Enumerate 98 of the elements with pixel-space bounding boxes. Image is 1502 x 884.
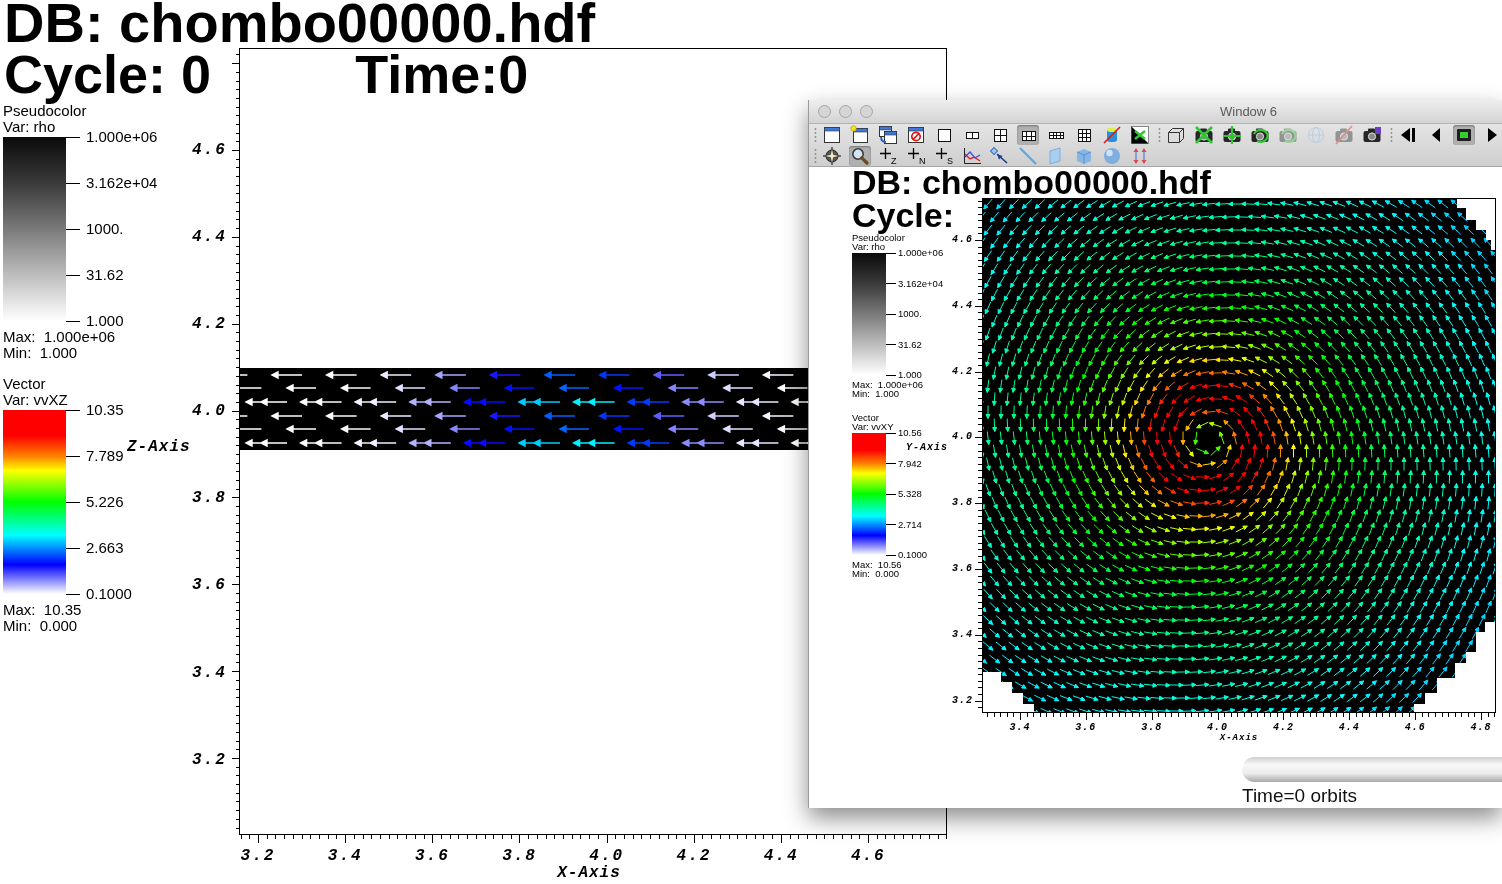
legend-label: 1.000e+06 <box>886 248 944 258</box>
legend-max-text: Max: 1.000e+06 <box>3 329 116 345</box>
tick-label: 4.8 <box>1469 722 1493 733</box>
tick-label: 3.8 <box>952 497 973 510</box>
camera-tag-icon[interactable] <box>1361 124 1383 145</box>
tick-label: 3.8 <box>1140 722 1164 733</box>
database-title: DB: chombo00000.hdf <box>852 167 1211 198</box>
pick-button[interactable]: Z <box>877 145 899 166</box>
line-chart-icon[interactable] <box>961 145 983 166</box>
tick-label: 4.2 <box>952 365 973 378</box>
tick-label: 3.6 <box>952 563 973 575</box>
window-prohibit-icon[interactable] <box>905 124 927 145</box>
compass-icon[interactable] <box>821 145 843 166</box>
legend-label: 1.000e+06 <box>66 129 158 145</box>
tick-label: 4.6 <box>192 140 227 160</box>
tick-label: 3.4 <box>952 628 973 641</box>
legend-min-text: Min: 1.000 <box>852 389 899 398</box>
legend-label: 2.714 <box>886 519 922 530</box>
axis-title: Y-Axis <box>906 442 948 453</box>
database-title: DB: chombo00000.hdf <box>4 0 596 46</box>
tick-label: 4.0 <box>952 431 973 444</box>
legend-label: 0.1000 <box>66 586 132 602</box>
legend-label: 2.663 <box>66 540 124 556</box>
tick-label: 4.6 <box>952 234 973 246</box>
tick-label: 3.6 <box>1074 722 1098 733</box>
tick-label: 4.0 <box>588 847 626 865</box>
time-title: Time:0 <box>355 46 529 102</box>
tick-label: 4.4 <box>192 227 227 248</box>
axis-title: X-Axis <box>557 865 621 881</box>
tick-label: 3.8 <box>192 488 227 509</box>
crossed-cylinder-icon[interactable] <box>1101 124 1123 145</box>
tick-label: 3.6 <box>413 847 451 865</box>
crosshair-icon <box>880 147 891 159</box>
tick-label: 3.4 <box>192 662 227 683</box>
time-label: Time=0 orbits <box>1242 785 1357 806</box>
legend-max-text: Max: 10.56 <box>852 560 902 569</box>
legend-label: 3.162e+04 <box>886 278 944 289</box>
tick-label: 4.2 <box>1271 722 1295 733</box>
legend-max-text: Max: 10.35 <box>3 602 82 618</box>
tick-label: 3.8 <box>501 847 538 865</box>
tick-label: 3.2 <box>239 847 277 865</box>
tick-label: 4.0 <box>1206 722 1230 733</box>
legend-label: 1.000 <box>886 370 922 380</box>
legend-max-text: Max: 1.000e+06 <box>852 380 924 389</box>
legend-label: 7.789 <box>66 448 124 464</box>
triangle-arrows-icon[interactable] <box>1129 124 1151 145</box>
legend-min-text: Min: 1.000 <box>3 345 78 361</box>
legend-title: Pseudocolor <box>3 103 87 119</box>
legend-label: 5.328 <box>886 489 922 499</box>
legend-label: 7.942 <box>886 458 922 469</box>
legend-label: 5.226 <box>66 494 124 510</box>
legend-label: 31.62 <box>886 339 922 350</box>
tick-label: 3.4 <box>326 847 364 865</box>
tick-label: 3.4 <box>1008 722 1032 733</box>
tick-label: 3.2 <box>192 749 227 770</box>
cycle-title: Cycle: <box>852 198 955 232</box>
tick-label: 4.4 <box>762 847 800 865</box>
tick-label: 4.6 <box>1403 722 1427 733</box>
stacked-windows-icon[interactable] <box>877 124 899 145</box>
crosshair-icon <box>936 147 947 159</box>
camera-arrows-icon[interactable] <box>1221 124 1243 145</box>
legend-title: Pseudocolor <box>852 233 905 242</box>
legend-label: 0.1000 <box>886 550 928 560</box>
legend-label: 3.162e+04 <box>66 175 158 191</box>
legend-title: Vector <box>852 413 879 422</box>
legend-label: 31.62 <box>66 267 124 283</box>
tick-label: 4.6 <box>849 847 887 865</box>
tick-label: 4.2 <box>192 314 227 335</box>
legend-variable: Var: vvXZ <box>3 392 68 408</box>
camera-cross-icon[interactable] <box>1193 124 1215 145</box>
tick-label: 4.4 <box>952 299 973 312</box>
tick-label: 4.4 <box>1337 722 1361 733</box>
legend-label: 10.35 <box>66 402 124 418</box>
window-icon[interactable] <box>821 124 843 145</box>
legend-title: Vector <box>3 376 46 392</box>
legend-label: 1000. <box>886 309 922 319</box>
window-sparkle-icon[interactable] <box>849 124 871 145</box>
window-title: Window 6 <box>1220 103 1278 120</box>
magnifier-icon[interactable] <box>849 145 871 166</box>
tick-label: 4.0 <box>192 401 227 422</box>
tick-label: 3.6 <box>192 575 227 596</box>
six-pane-icon[interactable] <box>1017 124 1039 145</box>
tick-label: 3.2 <box>952 694 973 707</box>
legend-variable: Var: vvXY <box>852 422 894 431</box>
stop-icon[interactable] <box>1453 124 1475 145</box>
crosshair-icon <box>908 147 919 159</box>
pick-button[interactable]: S <box>933 145 955 166</box>
legend-variable: Var: rho <box>3 119 56 135</box>
legend-variable: Var: rho <box>852 242 886 251</box>
axis-title: X-Axis <box>1219 733 1259 743</box>
legend-label: 1000. <box>66 221 124 237</box>
legend-min-text: Min: 0.000 <box>3 618 78 634</box>
tick-label: 4.2 <box>675 847 713 865</box>
axis-title: Z-Axis <box>127 437 191 456</box>
pick-button[interactable]: N <box>905 145 927 166</box>
legend-min-text: Min: 0.000 <box>852 569 899 578</box>
cycle-title: Cycle: 0 <box>4 46 212 102</box>
legend-label: 1.000 <box>66 313 124 329</box>
